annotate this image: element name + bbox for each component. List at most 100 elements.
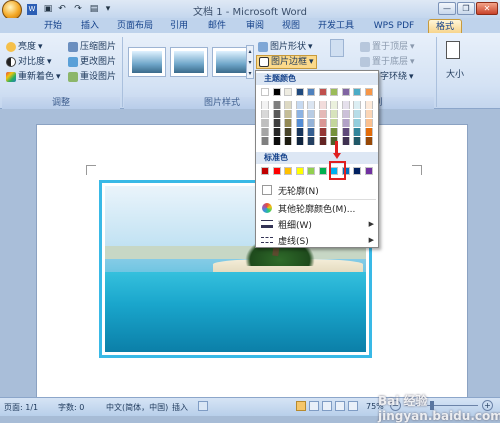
- draft-icon[interactable]: [348, 401, 358, 411]
- theme-color-swatch[interactable]: [272, 119, 281, 127]
- theme-color-swatch[interactable]: [330, 88, 338, 96]
- theme-color-swatch[interactable]: [284, 101, 292, 109]
- theme-color-swatch[interactable]: [307, 88, 315, 96]
- dashes-item[interactable]: 虚线(S) ▶: [256, 233, 378, 247]
- theme-color-swatch[interactable]: [364, 137, 373, 145]
- tab-developer[interactable]: 开发工具: [311, 19, 361, 33]
- theme-color-swatch[interactable]: [261, 88, 269, 96]
- theme-color-swatch[interactable]: [341, 88, 350, 96]
- theme-color-swatch[interactable]: [364, 119, 373, 127]
- undo-icon[interactable]: ↶: [56, 3, 68, 15]
- restore-button[interactable]: ❐: [457, 2, 475, 15]
- customize-toolbar-icon[interactable]: ▾: [102, 3, 114, 15]
- size-button[interactable]: 大小: [440, 67, 470, 80]
- theme-color-swatch[interactable]: [284, 88, 292, 96]
- brightness-button[interactable]: 亮度 ▾: [6, 41, 43, 53]
- insert-mode[interactable]: 插入: [172, 402, 188, 413]
- standard-color-swatch[interactable]: [353, 167, 361, 175]
- theme-color-swatch[interactable]: [318, 128, 327, 136]
- theme-color-swatch[interactable]: [330, 101, 338, 109]
- minimize-button[interactable]: —: [438, 2, 456, 15]
- theme-color-swatch[interactable]: [353, 110, 361, 118]
- macro-icon[interactable]: [198, 401, 208, 411]
- send-to-back-button[interactable]: 置于底层 ▾: [360, 56, 415, 68]
- theme-color-swatch[interactable]: [364, 128, 373, 136]
- change-picture-button[interactable]: 更改图片: [68, 56, 116, 68]
- theme-color-swatch[interactable]: [341, 101, 350, 109]
- theme-color-swatch[interactable]: [272, 110, 281, 118]
- close-button[interactable]: ✕: [476, 2, 498, 15]
- tab-view[interactable]: 视图: [274, 19, 308, 33]
- weight-item[interactable]: 粗细(W) ▶: [256, 217, 378, 231]
- save-icon[interactable]: ▣: [42, 3, 54, 15]
- theme-color-swatch[interactable]: [318, 137, 327, 145]
- reset-picture-button[interactable]: 重设图片: [68, 71, 116, 83]
- no-outline-item[interactable]: 无轮廓(N): [256, 183, 378, 197]
- word-count[interactable]: 字数: 0: [58, 402, 84, 413]
- standard-color-swatch[interactable]: [261, 167, 269, 175]
- theme-color-swatch[interactable]: [353, 137, 361, 145]
- contrast-button[interactable]: 对比度 ▾: [6, 56, 52, 68]
- theme-color-swatch[interactable]: [307, 119, 315, 127]
- tab-format[interactable]: 格式: [428, 19, 462, 33]
- print-preview-icon[interactable]: ▤: [88, 3, 100, 15]
- theme-color-swatch[interactable]: [261, 110, 269, 118]
- recolor-button[interactable]: 重新着色 ▾: [6, 71, 61, 83]
- theme-color-swatch[interactable]: [353, 101, 361, 109]
- theme-color-swatch[interactable]: [295, 110, 304, 118]
- theme-color-swatch[interactable]: [261, 128, 269, 136]
- theme-color-swatch[interactable]: [307, 137, 315, 145]
- outline-icon[interactable]: [335, 401, 345, 411]
- theme-color-swatch[interactable]: [295, 119, 304, 127]
- theme-color-swatch[interactable]: [272, 128, 281, 136]
- web-layout-icon[interactable]: [322, 401, 332, 411]
- page-count[interactable]: 页面: 1/1: [4, 402, 38, 413]
- tab-mailings[interactable]: 邮件: [200, 19, 234, 33]
- theme-color-swatch[interactable]: [364, 110, 373, 118]
- bring-to-front-button[interactable]: 置于顶层 ▾: [360, 41, 415, 53]
- picture-style-thumb[interactable]: [170, 47, 208, 77]
- theme-color-swatch[interactable]: [318, 101, 327, 109]
- theme-color-swatch[interactable]: [330, 110, 338, 118]
- theme-color-swatch[interactable]: [295, 101, 304, 109]
- theme-color-swatch[interactable]: [353, 119, 361, 127]
- compress-pictures-button[interactable]: 压缩图片: [68, 41, 116, 53]
- theme-color-swatch[interactable]: [364, 101, 373, 109]
- theme-color-swatch[interactable]: [353, 128, 361, 136]
- theme-color-swatch[interactable]: [341, 137, 350, 145]
- office-button[interactable]: [2, 0, 22, 20]
- tab-insert[interactable]: 插入: [73, 19, 107, 33]
- standard-color-swatch[interactable]: [295, 167, 304, 175]
- theme-color-swatch[interactable]: [307, 110, 315, 118]
- theme-color-swatch[interactable]: [364, 88, 373, 96]
- tab-home[interactable]: 开始: [35, 19, 71, 33]
- theme-color-swatch[interactable]: [284, 119, 292, 127]
- theme-color-swatch[interactable]: [284, 137, 292, 145]
- theme-color-swatch[interactable]: [307, 128, 315, 136]
- tab-review[interactable]: 审阅: [238, 19, 272, 33]
- styles-gallery-scroll[interactable]: ▴ ▾ ▾: [246, 45, 254, 79]
- size-icon[interactable]: [446, 41, 460, 59]
- picture-shape-button[interactable]: 图片形状 ▾: [258, 41, 313, 53]
- theme-color-swatch[interactable]: [261, 101, 269, 109]
- print-layout-icon[interactable]: [296, 401, 306, 411]
- theme-color-swatch[interactable]: [330, 119, 338, 127]
- theme-color-swatch[interactable]: [272, 101, 281, 109]
- theme-color-swatch[interactable]: [272, 88, 281, 96]
- theme-color-swatch[interactable]: [330, 128, 338, 136]
- theme-color-swatch[interactable]: [284, 128, 292, 136]
- theme-color-swatch[interactable]: [261, 137, 269, 145]
- theme-color-swatch[interactable]: [318, 88, 327, 96]
- position-icon[interactable]: [330, 39, 344, 57]
- standard-color-swatch[interactable]: [307, 167, 315, 175]
- tab-references[interactable]: 引用: [162, 19, 196, 33]
- theme-color-swatch[interactable]: [318, 119, 327, 127]
- picture-style-thumb[interactable]: [212, 47, 250, 77]
- tab-page-layout[interactable]: 页面布局: [110, 19, 160, 33]
- more-outline-colors-item[interactable]: 其他轮廓颜色(M)...: [256, 201, 378, 215]
- theme-color-swatch[interactable]: [341, 128, 350, 136]
- standard-color-swatch[interactable]: [284, 167, 292, 175]
- theme-color-swatch[interactable]: [295, 88, 304, 96]
- full-screen-icon[interactable]: [309, 401, 319, 411]
- theme-color-swatch[interactable]: [295, 128, 304, 136]
